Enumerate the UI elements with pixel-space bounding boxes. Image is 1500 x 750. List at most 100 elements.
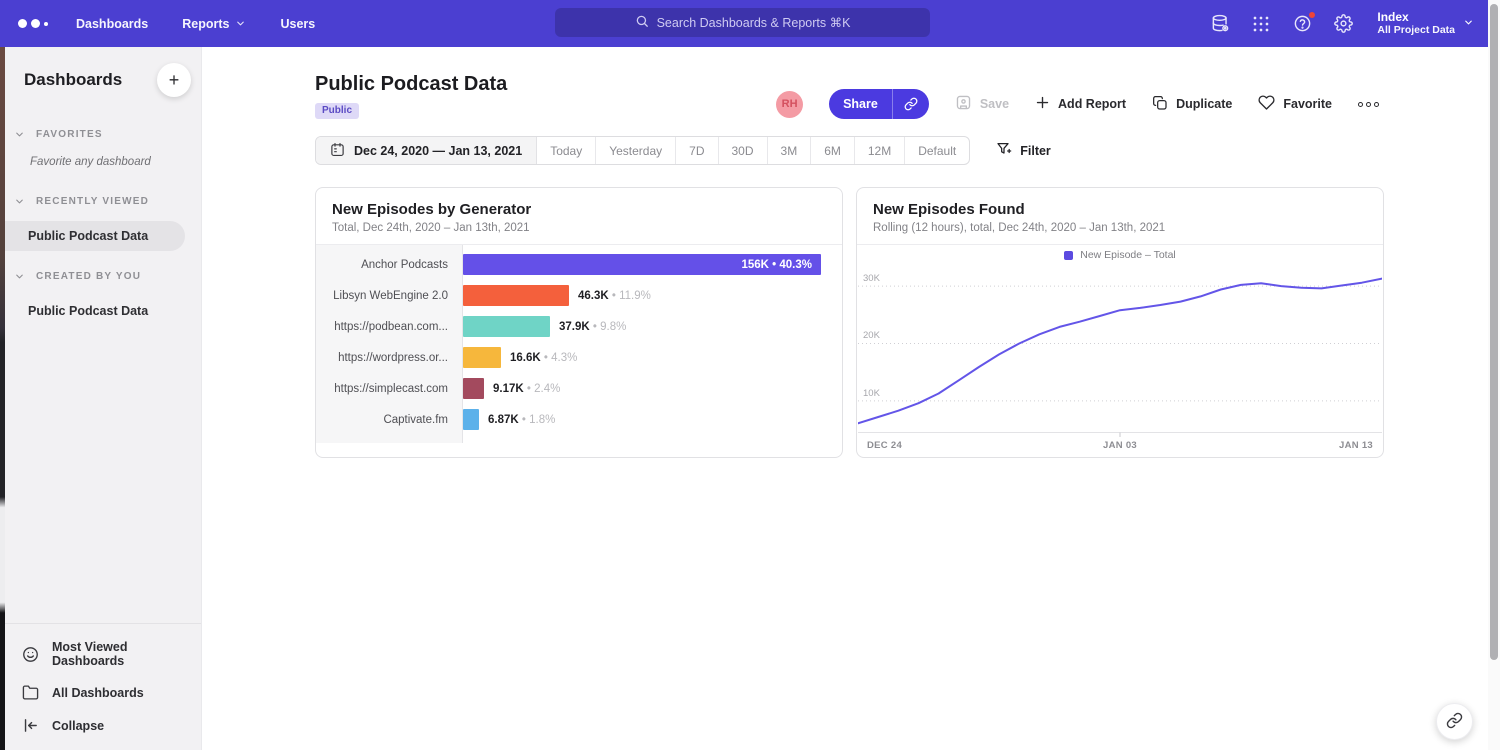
bar-value-label: 46.3K • 11.9% [578, 290, 651, 302]
nav-item-users[interactable]: Users [280, 17, 315, 31]
sidebar-section: FAVORITESFavorite any dashboard [0, 123, 201, 180]
chevron-down-icon [1463, 15, 1474, 33]
y-axis-tick: 20K [863, 330, 880, 341]
action-bar: RH Share Save Add Report [776, 89, 1379, 119]
share-label: Share [829, 89, 893, 119]
bar-segment[interactable] [463, 347, 501, 368]
date-range-picker[interactable]: Dec 24, 2020 — Jan 13, 2021 [316, 137, 537, 164]
bar-segment[interactable] [463, 409, 479, 430]
settings-icon[interactable] [1332, 13, 1354, 35]
data-icon[interactable] [1209, 13, 1231, 35]
bar-chart: Anchor Podcasts156K • 40.3%Libsyn WebEng… [316, 245, 842, 454]
search-icon [635, 14, 649, 31]
section-header-created-by-you[interactable]: CREATED BY YOU [0, 265, 201, 288]
bar-segment[interactable] [463, 316, 550, 337]
page-scrollbar[interactable] [1488, 0, 1500, 750]
page-title: Public Podcast Data [315, 73, 507, 96]
filter-icon [996, 141, 1012, 160]
section-header-recently-viewed[interactable]: RECENTLY VIEWED [0, 190, 201, 213]
section-empty-text: Favorite any dashboard [0, 146, 201, 180]
bar-value-label: 6.87K • 1.8% [488, 414, 555, 426]
new-dashboard-button[interactable]: + [157, 63, 191, 97]
help-icon[interactable] [1291, 13, 1313, 35]
background-edge-artifact [0, 47, 5, 750]
chart-card-line[interactable]: New Episodes Found Rolling (12 hours), t… [856, 187, 1384, 458]
bar-value-label: 9.17K • 2.4% [493, 383, 560, 395]
bar-row: Libsyn WebEngine 2.0 46.3K • 11.9% [316, 280, 842, 311]
calendar-icon [330, 142, 345, 160]
line-series[interactable] [858, 278, 1382, 423]
folder-icon [22, 684, 39, 701]
preset-12m[interactable]: 12M [855, 137, 905, 164]
bar-segment[interactable]: 156K • 40.3% [463, 254, 821, 275]
preset-yesterday[interactable]: Yesterday [596, 137, 676, 164]
scrollbar-thumb[interactable] [1490, 4, 1498, 660]
avatar[interactable]: RH [776, 91, 803, 118]
nav-item-reports[interactable]: Reports [182, 17, 246, 31]
preset-3m[interactable]: 3M [768, 137, 812, 164]
preset-today[interactable]: Today [537, 137, 596, 164]
bar-category-label: Captivate.fm [316, 414, 462, 426]
preset-30d[interactable]: 30D [719, 137, 768, 164]
x-axis-tick: DEC 24 [867, 440, 902, 451]
filter-button[interactable]: Filter [996, 141, 1051, 160]
x-axis-labels: DEC 24JAN 03JAN 13 [857, 437, 1383, 454]
search-placeholder: Search Dashboards & Reports ⌘K [657, 15, 851, 30]
footer-item-collapse[interactable]: Collapse [0, 709, 201, 742]
bar-value-label: 16.6K • 4.3% [510, 352, 577, 364]
footer-item-most-viewed-dashboards[interactable]: Most Viewed Dashboards [0, 632, 201, 676]
app-logo[interactable] [18, 19, 48, 28]
preset-7d[interactable]: 7D [676, 137, 718, 164]
share-link-icon[interactable] [893, 89, 929, 119]
section-header-favorites[interactable]: FAVORITES [0, 123, 201, 146]
save-button[interactable]: Save [955, 94, 1009, 114]
sidebar-section: CREATED BY YOU Public Podcast Data [0, 265, 201, 326]
date-range-text: Dec 24, 2020 — Jan 13, 2021 [354, 144, 522, 158]
smile-icon [22, 646, 39, 663]
nav-menu: Dashboards Reports Users [76, 17, 315, 31]
favorite-button[interactable]: Favorite [1258, 94, 1332, 114]
chevron-down-icon [14, 196, 25, 207]
link-icon [1446, 712, 1463, 732]
bar-row: Anchor Podcasts156K • 40.3% [316, 249, 842, 280]
sidebar: Dashboards + FAVORITESFavorite any dashb… [0, 47, 202, 750]
project-switcher[interactable]: Index All Project Data [1377, 10, 1474, 37]
copy-link-fab[interactable] [1436, 703, 1473, 740]
add-report-button[interactable]: Add Report [1035, 95, 1126, 113]
global-search-input[interactable]: Search Dashboards & Reports ⌘K [555, 8, 930, 37]
sidebar-footer: Most Viewed DashboardsAll DashboardsColl… [0, 623, 201, 742]
chart-card-bar[interactable]: New Episodes by Generator Total, Dec 24t… [315, 187, 843, 458]
preset-default[interactable]: Default [905, 137, 969, 164]
legend-swatch [1064, 251, 1073, 260]
date-toolbar: Dec 24, 2020 — Jan 13, 2021 TodayYesterd… [315, 136, 1051, 165]
plus-icon [1035, 95, 1050, 113]
bar-category-label: https://wordpress.or... [316, 352, 462, 364]
footer-item-all-dashboards[interactable]: All Dashboards [0, 676, 201, 709]
chart-legend: New Episode – Total [857, 245, 1383, 266]
sidebar-section: RECENTLY VIEWED Public Podcast Data [0, 190, 201, 251]
bar-row: Captivate.fm 6.87K • 1.8% [316, 404, 842, 435]
chevron-down-icon [235, 18, 246, 29]
sidebar-item-public-podcast-data[interactable]: Public Podcast Data [0, 296, 185, 326]
line-chart: New Episode – Total 10K20K30K DEC 24JAN … [857, 245, 1383, 454]
preset-6m[interactable]: 6M [811, 137, 855, 164]
date-range-control: Dec 24, 2020 — Jan 13, 2021 TodayYesterd… [315, 136, 970, 165]
project-scope: All Project Data [1377, 24, 1455, 37]
share-button[interactable]: Share [829, 89, 929, 119]
line-plot-area: 10K20K30K [858, 266, 1382, 437]
sidebar-item-public-podcast-data[interactable]: Public Podcast Data [0, 221, 185, 251]
nav-item-dashboards[interactable]: Dashboards [76, 17, 148, 31]
bar-segment[interactable] [463, 378, 484, 399]
bar-value-label: 156K • 40.3% [741, 259, 821, 271]
bar-category-label: Libsyn WebEngine 2.0 [316, 290, 462, 302]
bar-category-label: https://podbean.com... [316, 321, 462, 333]
chevron-down-icon [14, 271, 25, 282]
sidebar-sections: FAVORITESFavorite any dashboard RECENTLY … [0, 123, 201, 326]
apps-grid-icon[interactable] [1250, 13, 1272, 35]
app-root: Dashboards Reports Users Search Dashboards… [0, 0, 1500, 750]
y-axis-tick: 30K [863, 273, 880, 284]
chevron-down-icon [14, 129, 25, 140]
duplicate-button[interactable]: Duplicate [1152, 95, 1232, 114]
bar-segment[interactable] [463, 285, 569, 306]
more-options-icon[interactable] [1358, 102, 1379, 107]
